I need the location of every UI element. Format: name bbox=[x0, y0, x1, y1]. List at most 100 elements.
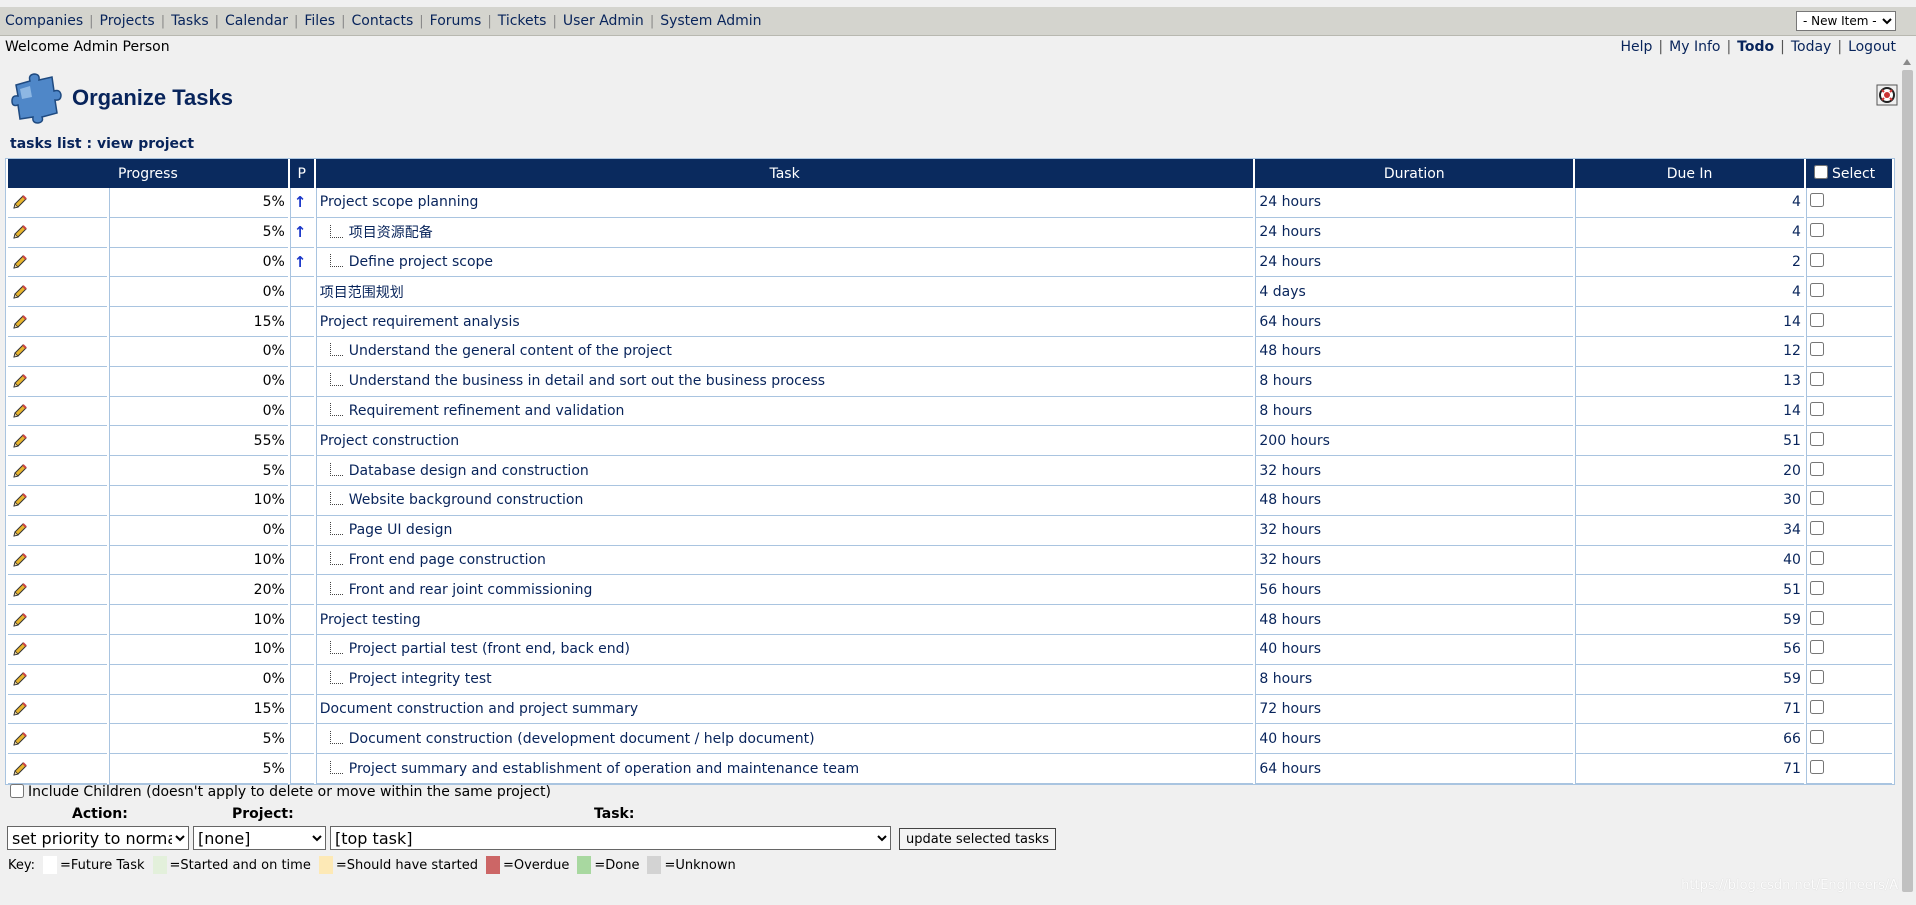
menu-item-contacts[interactable]: Contacts bbox=[351, 13, 413, 29]
menu-item-tickets[interactable]: Tickets bbox=[498, 13, 547, 29]
pencil-icon[interactable] bbox=[11, 760, 29, 778]
row-select-checkbox[interactable] bbox=[1809, 461, 1824, 476]
pencil-icon[interactable] bbox=[11, 313, 29, 331]
pencil-icon[interactable] bbox=[11, 700, 29, 718]
task-link[interactable]: Project integrity test bbox=[349, 671, 492, 687]
update-selected-button[interactable]: update selected tasks bbox=[899, 828, 1057, 850]
pencil-icon[interactable] bbox=[11, 730, 29, 748]
pencil-icon[interactable] bbox=[11, 283, 29, 301]
pencil-icon[interactable] bbox=[11, 342, 29, 360]
help-link[interactable]: Help bbox=[1621, 39, 1653, 55]
today-link[interactable]: Today bbox=[1791, 39, 1832, 55]
task-link[interactable]: Document construction and project summar… bbox=[320, 701, 638, 717]
row-select-checkbox[interactable] bbox=[1809, 252, 1824, 267]
pencil-icon[interactable] bbox=[11, 223, 29, 241]
row-select-checkbox[interactable] bbox=[1809, 729, 1824, 744]
task-link[interactable]: Requirement refinement and validation bbox=[349, 403, 625, 419]
task-link[interactable]: Define project scope bbox=[349, 254, 493, 270]
action-select[interactable]: set priority to normal bbox=[7, 826, 189, 850]
task-link[interactable]: Project summary and establishment of ope… bbox=[349, 761, 859, 777]
task-select[interactable]: [top task] bbox=[330, 826, 891, 850]
select-all-checkbox[interactable] bbox=[1813, 165, 1828, 179]
project-select[interactable]: [none] bbox=[193, 826, 326, 850]
row-select-checkbox[interactable] bbox=[1809, 580, 1824, 595]
task-link[interactable]: Project partial test (front end, back en… bbox=[349, 641, 630, 657]
menu-item-user-admin[interactable]: User Admin bbox=[563, 13, 644, 29]
row-select-checkbox[interactable] bbox=[1809, 312, 1824, 327]
progress-value: 0% bbox=[108, 277, 288, 308]
priority-cell bbox=[289, 366, 314, 397]
pencil-icon[interactable] bbox=[11, 611, 29, 629]
key-text: =Future Task bbox=[60, 857, 145, 873]
scroll-up-icon[interactable] bbox=[1903, 59, 1911, 65]
logout-link[interactable]: Logout bbox=[1848, 39, 1896, 55]
task-header[interactable]: Task bbox=[315, 159, 1254, 188]
row-select-checkbox[interactable] bbox=[1809, 759, 1824, 774]
due-header[interactable]: Due In bbox=[1575, 159, 1804, 188]
task-link[interactable]: 项目资源配备 bbox=[349, 225, 433, 241]
row-select-checkbox[interactable] bbox=[1809, 670, 1824, 685]
progress-header[interactable]: Progress bbox=[8, 159, 288, 188]
vertical-scrollbar[interactable] bbox=[1899, 57, 1916, 905]
duration-header[interactable]: Duration bbox=[1255, 159, 1574, 188]
task-link[interactable]: Database design and construction bbox=[349, 463, 589, 479]
row-select-checkbox[interactable] bbox=[1809, 431, 1824, 446]
pencil-icon[interactable] bbox=[11, 491, 29, 509]
priority-header[interactable]: P bbox=[289, 159, 314, 188]
task-link[interactable]: Document construction (development docum… bbox=[349, 731, 815, 747]
row-select-checkbox[interactable] bbox=[1809, 342, 1824, 357]
task-link[interactable]: Project scope planning bbox=[320, 194, 479, 210]
row-select-checkbox[interactable] bbox=[1809, 610, 1824, 625]
pencil-icon[interactable] bbox=[11, 372, 29, 390]
progress-value: 5% bbox=[108, 724, 288, 755]
scrollbar-thumb[interactable] bbox=[1902, 70, 1913, 892]
menu-separator: | bbox=[341, 13, 346, 29]
menu-item-companies[interactable]: Companies bbox=[5, 13, 83, 29]
row-select-checkbox[interactable] bbox=[1809, 223, 1824, 238]
pencil-icon[interactable] bbox=[11, 432, 29, 450]
my-info-link[interactable]: My Info bbox=[1669, 39, 1720, 55]
help-icon[interactable] bbox=[1876, 84, 1898, 106]
pencil-icon[interactable] bbox=[11, 402, 29, 420]
priority-cell bbox=[289, 664, 314, 695]
menu-item-forums[interactable]: Forums bbox=[430, 13, 482, 29]
todo-link[interactable]: Todo bbox=[1737, 39, 1774, 55]
task-link[interactable]: Project requirement analysis bbox=[320, 314, 520, 330]
menu-item-calendar[interactable]: Calendar bbox=[225, 13, 288, 29]
include-children-checkbox[interactable] bbox=[10, 784, 24, 798]
task-link[interactable]: Website background construction bbox=[349, 492, 584, 508]
pencil-icon[interactable] bbox=[11, 253, 29, 271]
row-select-checkbox[interactable] bbox=[1809, 640, 1824, 655]
task-link[interactable]: 项目范围规划 bbox=[320, 285, 404, 301]
due-in-value: 20 bbox=[1575, 456, 1804, 486]
row-select-checkbox[interactable] bbox=[1809, 550, 1824, 565]
row-select-checkbox[interactable] bbox=[1809, 521, 1824, 536]
menu-item-system-admin[interactable]: System Admin bbox=[660, 13, 761, 29]
new-item-select[interactable]: - New Item - bbox=[1796, 11, 1896, 31]
task-link[interactable]: Understand the general content of the pr… bbox=[349, 343, 672, 359]
pencil-icon[interactable] bbox=[11, 521, 29, 539]
task-link[interactable]: Project testing bbox=[320, 612, 421, 628]
pencil-icon[interactable] bbox=[11, 551, 29, 569]
task-link[interactable]: Front end page construction bbox=[349, 552, 546, 568]
task-link[interactable]: Front and rear joint commissioning bbox=[349, 582, 593, 598]
pencil-icon[interactable] bbox=[11, 670, 29, 688]
row-select-checkbox[interactable] bbox=[1809, 372, 1824, 387]
task-link[interactable]: Project construction bbox=[320, 433, 459, 449]
row-select-checkbox[interactable] bbox=[1809, 491, 1824, 506]
row-select-checkbox[interactable] bbox=[1809, 193, 1824, 208]
pencil-icon[interactable] bbox=[11, 193, 29, 211]
menu-item-files[interactable]: Files bbox=[304, 13, 335, 29]
pencil-icon[interactable] bbox=[11, 640, 29, 658]
menu-item-tasks[interactable]: Tasks bbox=[171, 13, 209, 29]
row-select-checkbox[interactable] bbox=[1809, 401, 1824, 416]
row-select-checkbox[interactable] bbox=[1809, 282, 1824, 297]
task-link[interactable]: Page UI design bbox=[349, 522, 453, 538]
menu-item-projects[interactable]: Projects bbox=[100, 13, 155, 29]
task-link[interactable]: Understand the business in detail and so… bbox=[349, 373, 825, 389]
progress-value: 10% bbox=[108, 485, 288, 516]
pencil-icon[interactable] bbox=[11, 581, 29, 599]
pencil-icon[interactable] bbox=[11, 462, 29, 480]
row-select-checkbox[interactable] bbox=[1809, 699, 1824, 714]
priority-cell bbox=[289, 396, 314, 427]
